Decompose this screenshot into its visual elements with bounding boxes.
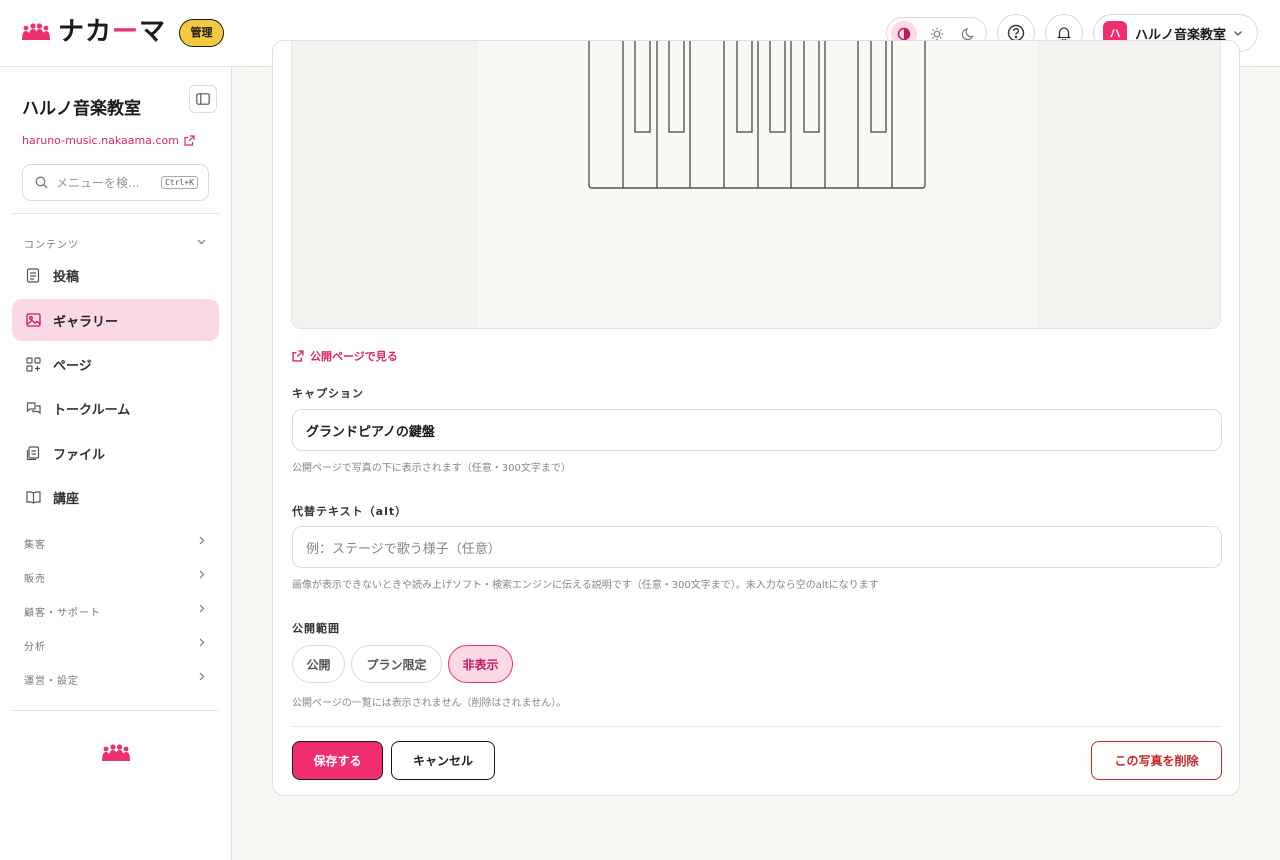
visibility-plan-only-option[interactable]: プラン限定 — [351, 645, 442, 683]
sidebar: ハルノ音楽教室 haruno-music.nakaama.com メニューを検.… — [0, 67, 232, 860]
delete-photo-button[interactable]: この写真を削除 — [1091, 741, 1222, 780]
visibility-label: 公開範囲 — [292, 622, 340, 635]
bell-icon — [1056, 27, 1072, 41]
divider — [12, 710, 219, 711]
chevron-right-icon[interactable] — [196, 637, 207, 648]
piano-keys-image — [588, 41, 926, 189]
photo-image — [477, 41, 1037, 328]
alt-text-help: 画像が表示できないときや読み上げソフト・検索エンジンに伝える説明です（任意・30… — [292, 580, 879, 591]
site-url-link[interactable]: haruno-music.nakaama.com — [22, 134, 195, 147]
divider — [12, 213, 219, 214]
grid-plus-icon — [25, 356, 41, 372]
external-link-icon — [184, 135, 195, 146]
logo-people-icon — [22, 23, 50, 40]
sidebar-item-posts[interactable]: 投稿 — [12, 254, 219, 296]
external-link-icon — [292, 350, 304, 362]
footer-logo-icon — [102, 744, 130, 761]
visibility-help: 公開ページの一覧には表示されません（削除はされません）。 — [292, 698, 567, 709]
chevron-right-icon[interactable] — [196, 535, 207, 546]
search-icon — [35, 176, 48, 189]
files-icon — [26, 445, 40, 460]
chevron-down-icon[interactable] — [196, 236, 207, 247]
sidebar-item-courses[interactable]: 講座 — [12, 476, 219, 518]
visibility-public-option[interactable]: 公開 — [292, 645, 345, 683]
chevron-down-icon — [1234, 31, 1242, 36]
chevron-right-icon[interactable] — [196, 569, 207, 580]
site-name: ハルノ音楽教室 — [22, 99, 141, 119]
chat-icon — [26, 401, 41, 414]
caption-label: キャプション — [292, 387, 364, 400]
save-button[interactable]: 保存する — [292, 741, 383, 780]
alt-text-input[interactable]: 例：ステージで歌う様子（任意） — [292, 526, 1222, 568]
photo-preview — [291, 41, 1221, 329]
search-shortcut: Ctrl+K — [161, 176, 198, 189]
sidebar-item-pages[interactable]: ページ — [12, 343, 219, 385]
view-public-page-link[interactable]: 公開ページで見る — [292, 348, 398, 364]
chevron-right-icon[interactable] — [196, 671, 207, 682]
book-icon — [25, 491, 41, 504]
contrast-icon — [897, 27, 911, 41]
divider — [292, 726, 1222, 727]
visibility-hidden-option[interactable]: 非表示 — [448, 645, 513, 683]
app-logo[interactable]: ナカーマ — [22, 18, 166, 46]
alt-text-label: 代替テキスト（alt） — [292, 505, 408, 518]
section-sales[interactable]: 販売 — [24, 570, 46, 585]
moon-icon — [962, 28, 974, 41]
sun-icon — [930, 27, 944, 41]
menu-search-input[interactable]: メニューを検... Ctrl+K — [22, 164, 209, 201]
photo-edit-card: 公開ページで見る キャプション グランドピアノの鍵盤 公開ページで写真の下に表示… — [272, 40, 1240, 796]
sidebar-toggle-icon — [196, 93, 210, 105]
logo-wordmark: ナカーマ — [58, 17, 167, 47]
caption-input[interactable]: グランドピアノの鍵盤 — [292, 409, 1222, 451]
section-customer-support[interactable]: 顧客・サポート — [24, 604, 101, 619]
section-contents[interactable]: コンテンツ — [24, 236, 79, 251]
cancel-button[interactable]: キャンセル — [391, 741, 495, 780]
chevron-right-icon[interactable] — [196, 603, 207, 614]
sidebar-item-talk-room[interactable]: トークルーム — [12, 387, 219, 429]
section-analytics[interactable]: 分析 — [24, 638, 46, 653]
search-placeholder: メニューを検... — [56, 176, 140, 190]
sidebar-item-files[interactable]: ファイル — [12, 432, 219, 474]
admin-badge: 管理 — [179, 19, 224, 47]
document-icon — [26, 267, 40, 283]
image-icon — [25, 313, 41, 327]
section-operations-settings[interactable]: 運営・設定 — [24, 672, 79, 687]
collapse-sidebar-button[interactable] — [189, 85, 217, 113]
caption-help: 公開ページで写真の下に表示されます（任意・300文字まで） — [292, 463, 571, 474]
sidebar-item-gallery[interactable]: ギャラリー — [12, 299, 219, 341]
section-marketing[interactable]: 集客 — [24, 536, 46, 551]
